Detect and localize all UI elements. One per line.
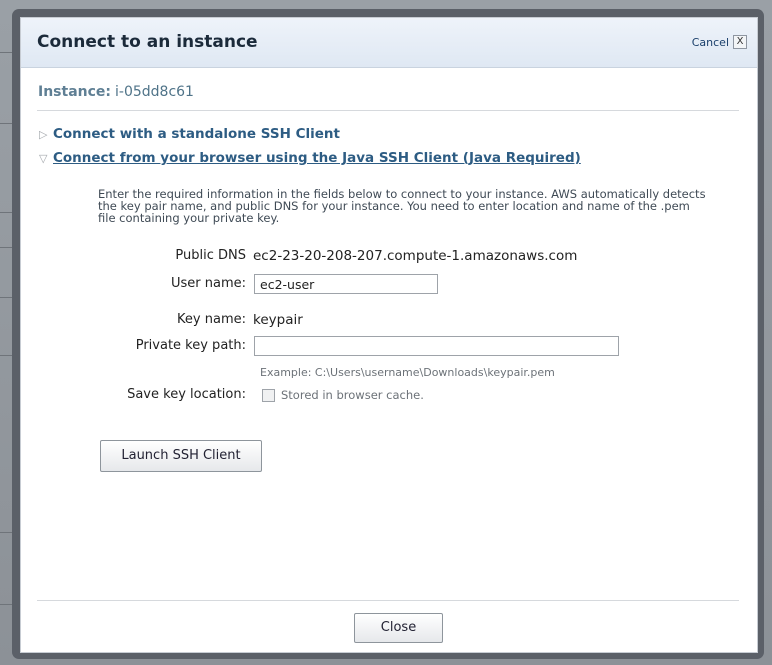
section-java-ssh[interactable]: ▽ Connect from your browser using the Ja… (39, 150, 581, 166)
backdrop-line (0, 355, 12, 356)
private-key-hint: Example: C:\Users\username\Downloads\key… (260, 366, 555, 379)
instance-label: Instance: (38, 84, 112, 100)
cancel-label: Cancel (691, 35, 729, 49)
dialog-title: Connect to an instance (37, 32, 258, 52)
save-key-label: Save key location: (127, 387, 246, 402)
private-key-path-input[interactable] (254, 336, 619, 356)
cancel-button[interactable]: Cancel X (692, 35, 747, 49)
user-name-row: User name: (21, 274, 757, 296)
private-key-row: Private key path: (21, 336, 757, 358)
user-name-label: User name: (170, 276, 246, 291)
key-name-label: Key name: (177, 312, 246, 327)
backdrop-line (0, 212, 12, 213)
section-java-ssh-label[interactable]: Connect from your browser using the Java… (53, 150, 581, 166)
close-button[interactable]: Close (354, 613, 443, 643)
java-client-instructions: Enter the required information in the fi… (98, 187, 706, 225)
backdrop-line (0, 52, 12, 53)
instance-heading: Instance: i-05dd8c61 (38, 84, 194, 100)
save-key-checkbox-label[interactable]: Stored in browser cache. (281, 388, 424, 402)
backdrop-line (0, 123, 12, 124)
user-name-input[interactable] (254, 274, 438, 294)
public-dns-label: Public DNS (175, 248, 246, 263)
divider (37, 110, 739, 111)
launch-ssh-client-button[interactable]: Launch SSH Client (100, 440, 262, 472)
backdrop-line (0, 532, 12, 533)
backdrop-line (0, 247, 12, 248)
section-standalone-ssh[interactable]: ▷ Connect with a standalone SSH Client (39, 126, 340, 142)
triangle-right-icon: ▷ (39, 127, 48, 141)
save-key-checkbox[interactable] (262, 389, 275, 402)
footer-divider (37, 600, 739, 601)
connect-dialog: Connect to an instance Cancel X Instance… (12, 9, 764, 659)
private-key-label: Private key path: (135, 338, 246, 353)
dialog-header: Connect to an instance Cancel X (21, 18, 757, 68)
triangle-down-icon: ▽ (39, 151, 48, 165)
instance-id: i-05dd8c61 (115, 84, 194, 100)
section-standalone-ssh-label[interactable]: Connect with a standalone SSH Client (53, 126, 340, 142)
key-name-value: keypair (253, 312, 303, 328)
public-dns-value: ec2-23-20-208-207.compute-1.amazonaws.co… (253, 248, 578, 264)
key-name-row: Key name: keypair (21, 310, 757, 332)
backdrop-line (0, 297, 12, 298)
close-icon[interactable]: X (733, 35, 747, 49)
public-dns-row: Public DNS ec2-23-20-208-207.compute-1.a… (21, 246, 757, 268)
backdrop-line (0, 604, 12, 605)
dialog-panel: Connect to an instance Cancel X Instance… (20, 17, 758, 653)
